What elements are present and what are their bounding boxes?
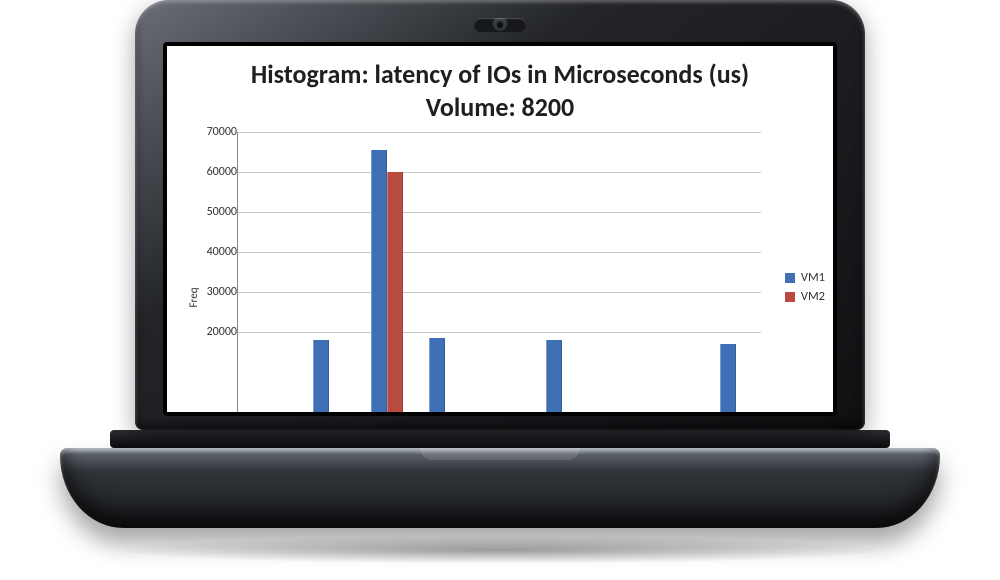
laptop-hinge — [110, 430, 890, 448]
legend-item-vm1: VM1 — [785, 270, 825, 285]
y-tick-label: 30000 — [197, 285, 237, 299]
y-tick-label: 20000 — [197, 325, 237, 339]
screen-bezel: Histogram: latency of IOs in Microsecond… — [163, 42, 837, 416]
legend-swatch-vm1 — [785, 273, 795, 283]
legend-item-vm2: VM2 — [785, 289, 825, 304]
chart-legend: VM1 VM2 — [785, 266, 825, 308]
chart-title-line2: Volume: 8200 — [426, 91, 574, 123]
plot-bars — [237, 132, 761, 412]
screen: Histogram: latency of IOs in Microsecond… — [167, 46, 833, 412]
chart-area: Freq 200003000040000500006000070000 VM1 … — [175, 132, 825, 412]
laptop-mockup: Histogram: latency of IOs in Microsecond… — [60, 0, 940, 564]
laptop-lid: Histogram: latency of IOs in Microsecond… — [135, 0, 865, 430]
bar-vm1-2 — [371, 150, 387, 412]
laptop-deck — [60, 448, 940, 528]
legend-swatch-vm2 — [785, 292, 795, 302]
y-tick-label: 60000 — [197, 165, 237, 179]
chart-title: Histogram: latency of IOs in Microsecond… — [167, 46, 833, 129]
y-tick-label: 40000 — [197, 245, 237, 259]
laptop-shadow — [110, 536, 890, 564]
y-tick-label: 50000 — [197, 205, 237, 219]
bar-vm1-8 — [720, 344, 736, 412]
bar-vm2-2 — [387, 172, 403, 412]
legend-label-vm1: VM1 — [801, 270, 825, 285]
bar-vm1-1 — [313, 340, 329, 412]
legend-label-vm2: VM2 — [801, 289, 825, 304]
webcam-icon — [474, 18, 526, 32]
chart-title-line1: Histogram: latency of IOs in Microsecond… — [251, 58, 749, 90]
bar-vm1-3 — [429, 338, 445, 412]
y-tick-label: 70000 — [197, 125, 237, 139]
bar-vm1-5 — [546, 340, 562, 412]
